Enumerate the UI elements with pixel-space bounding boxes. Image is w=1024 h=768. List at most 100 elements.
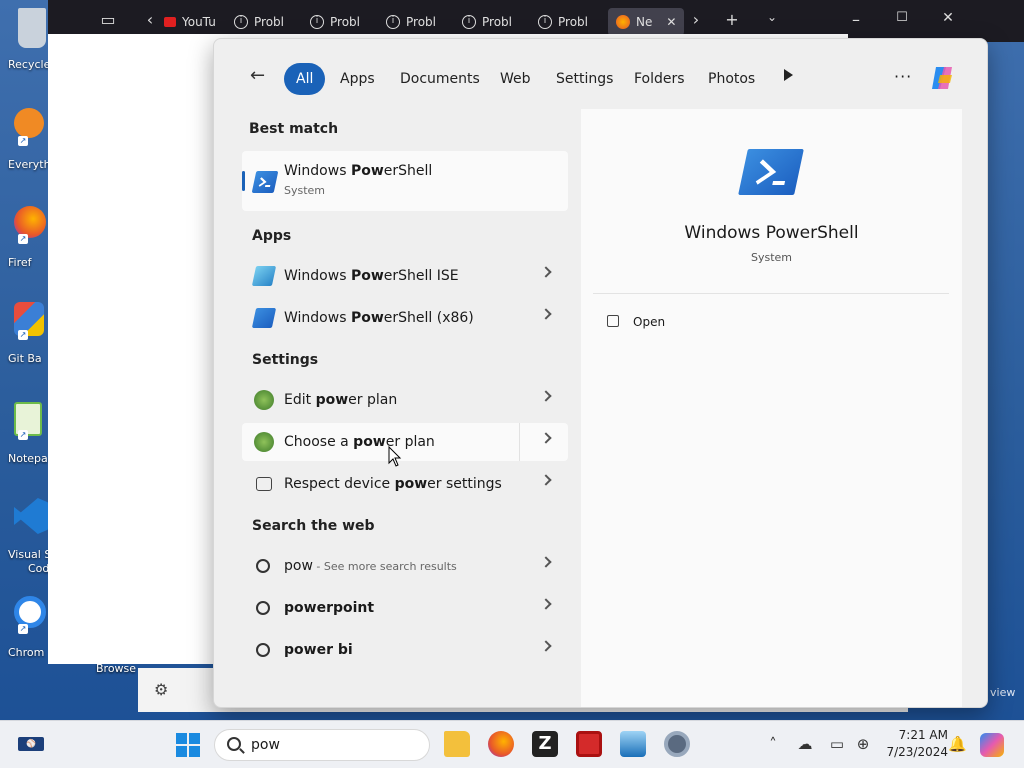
everything-icon bbox=[14, 108, 44, 138]
youtube-icon bbox=[164, 17, 176, 27]
search-panel: ← All Apps Documents Web Settings Folder… bbox=[213, 38, 988, 708]
desktop-icon-recycle-bin[interactable]: Recycle bbox=[6, 4, 50, 84]
search-icon bbox=[256, 559, 270, 573]
back-arrow-icon[interactable]: ‹ bbox=[138, 10, 162, 29]
filter-photos[interactable]: Photos bbox=[696, 63, 767, 95]
preview-title: Windows PowerShell bbox=[684, 223, 859, 243]
chevron-right-icon[interactable] bbox=[540, 640, 552, 652]
desktop-icon-everything[interactable]: ↗ Everyth bbox=[6, 104, 51, 184]
tab-list-icon[interactable]: ▭ bbox=[96, 10, 120, 29]
close-tab-icon[interactable]: ✕ bbox=[666, 15, 676, 29]
filter-settings[interactable]: Settings bbox=[544, 63, 625, 95]
more-filters-play-icon[interactable] bbox=[784, 69, 793, 81]
red-app-icon[interactable] bbox=[576, 731, 602, 757]
setting-respect-device-power[interactable]: Respect device power settings bbox=[242, 465, 568, 503]
app-label: Windows PowerShell ISE bbox=[284, 268, 459, 284]
scroll-right-icon[interactable]: › bbox=[684, 10, 708, 29]
filter-web[interactable]: Web bbox=[488, 63, 543, 95]
browser-tab-active[interactable]: Ne ✕ bbox=[608, 8, 685, 36]
back-arrow-icon[interactable]: ← bbox=[250, 65, 265, 86]
more-options-icon[interactable]: ··· bbox=[894, 67, 912, 86]
file-explorer-icon[interactable] bbox=[444, 731, 470, 757]
setting-edit-power-plan[interactable]: Edit power plan bbox=[242, 381, 568, 419]
filter-documents[interactable]: Documents bbox=[388, 63, 492, 95]
chevron-right-icon[interactable] bbox=[540, 556, 552, 568]
powershell-icon bbox=[251, 171, 279, 193]
z-app-icon[interactable]: Z bbox=[532, 731, 558, 757]
new-tab-icon[interactable]: + bbox=[720, 10, 744, 29]
notification-bell-icon[interactable]: 🔔 bbox=[948, 735, 967, 753]
app-label: Windows PowerShell (x86) bbox=[284, 310, 474, 326]
app-powershell-x86[interactable]: Windows PowerShell (x86) bbox=[242, 299, 568, 337]
desktop-icon-notepad[interactable]: ↗ Notepa bbox=[6, 398, 50, 478]
desktop-icon-firefox[interactable]: ↗ Firef bbox=[6, 202, 50, 282]
chevron-right-icon[interactable] bbox=[540, 266, 552, 278]
chevron-right-icon[interactable] bbox=[540, 308, 552, 320]
desktop-icon-label: Notepa bbox=[8, 452, 48, 465]
desktop-icon-label-line2: Cod bbox=[28, 562, 50, 575]
firefox-taskbar-icon[interactable] bbox=[488, 731, 514, 757]
desktop-icon-vscode[interactable]: Visual S Cod bbox=[6, 494, 51, 575]
best-match-name: Windows PowerShell bbox=[284, 163, 433, 179]
desktop-icon-chrome[interactable]: ↗ Chrom bbox=[6, 592, 50, 672]
windows-logo-icon bbox=[176, 733, 200, 757]
recycle-bin-icon bbox=[18, 8, 46, 48]
filter-all[interactable]: All bbox=[284, 63, 326, 95]
shortcut-arrow-icon: ↗ bbox=[18, 234, 28, 244]
watermark-text: view bbox=[990, 686, 1016, 699]
copilot-icon[interactable] bbox=[928, 63, 958, 93]
copilot-pre-icon[interactable] bbox=[980, 733, 1004, 757]
filter-apps[interactable]: Apps bbox=[328, 63, 387, 95]
minimize-icon[interactable]: – bbox=[844, 10, 868, 29]
taskbar: ⚾ pow Z ˄ ☁ ▭ ⊕ 7:21 AM 7/23/2024 🔔 bbox=[0, 720, 1024, 768]
chevron-right-icon[interactable] bbox=[540, 390, 552, 402]
monitor-app-icon[interactable] bbox=[620, 731, 646, 757]
start-button[interactable] bbox=[176, 733, 200, 757]
app-powershell-ise[interactable]: Windows PowerShell ISE bbox=[242, 257, 568, 295]
info-icon: i bbox=[462, 15, 476, 29]
desktop-icon-git-bash[interactable]: ↗ Git Ba bbox=[6, 298, 50, 378]
info-icon: i bbox=[310, 15, 324, 29]
open-external-icon bbox=[607, 315, 619, 327]
open-button[interactable]: Open bbox=[603, 311, 723, 335]
onedrive-icon[interactable]: ☁ bbox=[796, 735, 814, 753]
tab-label: Probl bbox=[254, 15, 284, 29]
row-separator bbox=[519, 423, 520, 461]
maximize-icon[interactable]: ☐ bbox=[890, 10, 914, 25]
network-icon[interactable]: ⊕ bbox=[854, 735, 872, 753]
web-result-label: power bi bbox=[284, 642, 353, 658]
taskbar-search-value[interactable]: pow bbox=[251, 737, 280, 753]
best-match-powershell[interactable]: Windows PowerShell System bbox=[242, 151, 568, 211]
clock[interactable]: 7:21 AM 7/23/2024 bbox=[880, 727, 948, 761]
setting-choose-power-plan[interactable]: Choose a power plan bbox=[242, 423, 568, 461]
web-result-label: pow - See more search results bbox=[284, 558, 457, 574]
taskbar-search[interactable]: pow bbox=[214, 729, 430, 761]
browser-tab[interactable]: i Probl bbox=[234, 8, 284, 36]
powershell-ise-icon bbox=[251, 266, 277, 286]
mlb-widget-icon[interactable]: ⚾ bbox=[18, 737, 44, 751]
gear-icon[interactable]: ⚙ bbox=[154, 680, 168, 699]
browser-tab[interactable]: YouTu bbox=[164, 8, 216, 36]
chevron-right-icon[interactable] bbox=[540, 474, 552, 486]
filter-folders[interactable]: Folders bbox=[622, 63, 697, 95]
power-plan-icon bbox=[254, 390, 274, 410]
info-icon: i bbox=[386, 15, 400, 29]
browser-tab[interactable]: i Probl bbox=[538, 8, 588, 36]
desktop-icon-label: Chrom bbox=[8, 646, 45, 659]
chevron-right-icon[interactable] bbox=[540, 432, 552, 444]
browser-tab[interactable]: i Probl bbox=[310, 8, 360, 36]
chevron-up-icon[interactable]: ˄ bbox=[764, 735, 782, 753]
chevron-right-icon[interactable] bbox=[540, 598, 552, 610]
web-result-power-bi[interactable]: power bi bbox=[242, 631, 568, 669]
display-icon[interactable]: ▭ bbox=[828, 735, 846, 753]
web-result-powerpoint[interactable]: powerpoint bbox=[242, 589, 568, 627]
browser-tab[interactable]: i Probl bbox=[462, 8, 512, 36]
browser-tab[interactable]: i Probl bbox=[386, 8, 436, 36]
tab-label: YouTu bbox=[182, 15, 216, 29]
chevron-down-icon[interactable]: ⌄ bbox=[760, 10, 784, 24]
settings-gear-icon[interactable] bbox=[664, 731, 690, 757]
close-window-icon[interactable]: ✕ bbox=[936, 10, 960, 26]
shortcut-arrow-icon: ↗ bbox=[18, 136, 28, 146]
tab-label: Probl bbox=[558, 15, 588, 29]
web-result-pow[interactable]: pow - See more search results bbox=[242, 547, 568, 585]
